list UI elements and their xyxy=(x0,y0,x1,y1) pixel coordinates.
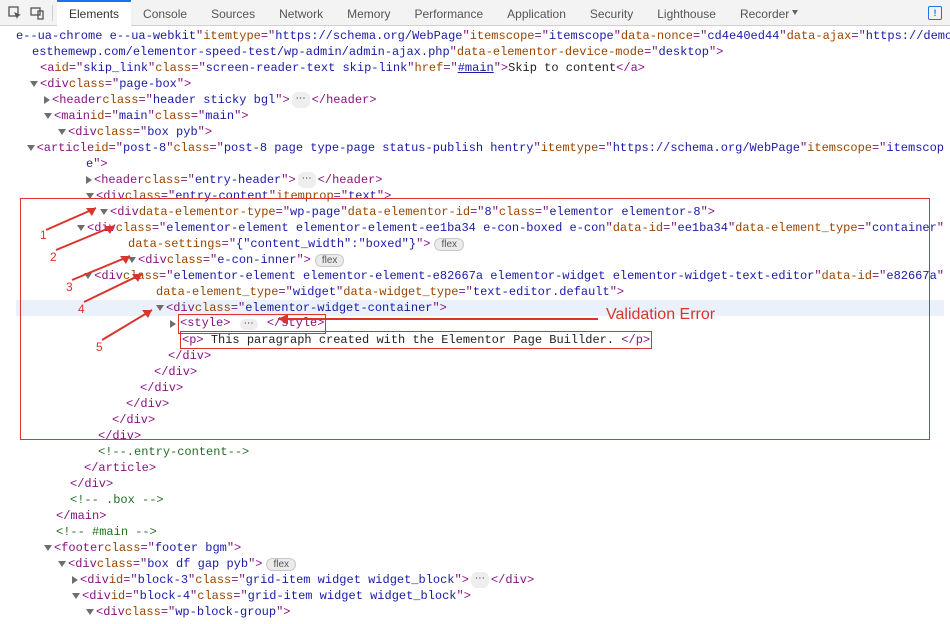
disclosure-triangle-icon[interactable] xyxy=(170,320,176,328)
dom-line[interactable]: <!--.entry-content--> xyxy=(16,444,944,460)
dom-line[interactable]: </article> xyxy=(16,460,944,476)
disclosure-triangle-icon[interactable] xyxy=(84,273,92,279)
dom-line[interactable]: e--ua-chrome e--ua-webkit" itemtype="htt… xyxy=(16,28,944,44)
dom-line[interactable]: </main> xyxy=(16,508,944,524)
disclosure-triangle-icon[interactable] xyxy=(27,145,35,151)
device-toggle-icon[interactable] xyxy=(26,2,48,24)
dom-line[interactable]: <div data-elementor-type="wp-page" data-… xyxy=(16,204,944,220)
disclosure-triangle-icon[interactable] xyxy=(77,225,85,231)
disclosure-triangle-icon[interactable] xyxy=(44,113,52,119)
tab-memory[interactable]: Memory xyxy=(335,0,402,26)
dom-line[interactable]: <div class="elementor-element elementor-… xyxy=(16,220,944,236)
dom-line[interactable]: <article id="post-8" class="post-8 page … xyxy=(16,140,944,156)
dom-line[interactable]: <style> ⋯ </style> xyxy=(16,316,944,332)
disclosure-triangle-icon[interactable] xyxy=(128,257,136,263)
dom-line[interactable]: <!-- .box --> xyxy=(16,492,944,508)
dom-line[interactable]: esthemewp.com/elementor-speed-test/wp-ad… xyxy=(16,44,944,60)
ellipsis-icon[interactable]: ⋯ xyxy=(292,92,310,108)
dom-line-selected[interactable]: <div class="elementor-widget-container"> xyxy=(16,300,944,316)
elements-dom-tree[interactable]: e--ua-chrome e--ua-webkit" itemtype="htt… xyxy=(0,26,950,624)
tab-recorder[interactable]: Recorder xyxy=(728,0,810,26)
dom-line[interactable]: e"> xyxy=(16,156,944,172)
dom-line[interactable]: </div> xyxy=(16,364,944,380)
ellipsis-icon[interactable]: ⋯ xyxy=(298,172,316,188)
tab-sources[interactable]: Sources xyxy=(199,0,267,26)
flex-badge[interactable]: flex xyxy=(266,558,296,571)
annotation-number: 3 xyxy=(66,280,73,294)
dom-line[interactable]: </div> xyxy=(16,396,944,412)
ellipsis-icon[interactable]: ⋯ xyxy=(471,572,489,588)
dom-line[interactable]: <!-- #main --> xyxy=(16,524,944,540)
tab-lighthouse[interactable]: Lighthouse xyxy=(645,0,728,26)
dom-line[interactable]: <div class="box df gap pyb"> flex xyxy=(16,556,944,572)
annotation-number: 2 xyxy=(50,250,57,264)
annotation-number: 4 xyxy=(78,302,85,316)
annotation-error-label: Validation Error xyxy=(606,306,715,324)
disclosure-triangle-icon[interactable] xyxy=(86,193,94,199)
dom-line[interactable]: <div class="wp-block-group"> xyxy=(16,604,944,620)
dom-line[interactable]: </div> xyxy=(16,348,944,364)
tab-security[interactable]: Security xyxy=(578,0,645,26)
disclosure-triangle-icon[interactable] xyxy=(156,305,164,311)
disclosure-triangle-icon[interactable] xyxy=(44,545,52,551)
disclosure-triangle-icon[interactable] xyxy=(72,593,80,599)
ellipsis-icon[interactable]: ⋯ xyxy=(240,319,258,330)
disclosure-triangle-icon[interactable] xyxy=(30,81,38,87)
tab-console[interactable]: Console xyxy=(131,0,199,26)
disclosure-triangle-icon[interactable] xyxy=(72,576,78,584)
annotation-number: 1 xyxy=(40,228,47,242)
dom-line[interactable]: data-settings="{"content_width":"boxed"}… xyxy=(16,236,944,252)
flex-badge[interactable]: flex xyxy=(315,254,345,267)
dom-line[interactable]: <div class="e-con-inner"> flex xyxy=(16,252,944,268)
dom-line[interactable]: <div class="elementor-element elementor-… xyxy=(16,268,944,284)
disclosure-triangle-icon[interactable] xyxy=(58,561,66,567)
dom-line[interactable]: <div id="block-3" class="grid-item widge… xyxy=(16,572,944,588)
dom-line[interactable]: </div> xyxy=(16,476,944,492)
dom-line[interactable]: data-element_type="widget" data-widget_t… xyxy=(16,284,944,300)
annotation-number: 5 xyxy=(96,340,103,354)
dom-line[interactable]: <div id="block-4" class="grid-item widge… xyxy=(16,588,944,604)
issues-icon[interactable]: ! xyxy=(928,6,942,20)
dom-line[interactable]: <div class="box pyb"> xyxy=(16,124,944,140)
tab-network[interactable]: Network xyxy=(267,0,335,26)
tab-elements[interactable]: Elements xyxy=(57,0,131,26)
dom-line[interactable]: <header class="header sticky bgl"> ⋯ </h… xyxy=(16,92,944,108)
dom-line[interactable]: <div class="page-box"> xyxy=(16,76,944,92)
dom-line[interactable]: <p> This paragraph created with the Elem… xyxy=(16,332,944,348)
dom-line[interactable]: </div> xyxy=(16,412,944,428)
disclosure-triangle-icon[interactable] xyxy=(44,96,50,104)
dom-line[interactable]: <footer class="footer bgm"> xyxy=(16,540,944,556)
dom-line[interactable]: <header class="entry-header"> ⋯ </header… xyxy=(16,172,944,188)
dom-line[interactable]: </div> xyxy=(16,428,944,444)
tab-performance[interactable]: Performance xyxy=(402,0,495,26)
devtools-tabbar: Elements Console Sources Network Memory … xyxy=(0,0,950,26)
disclosure-triangle-icon[interactable] xyxy=(86,176,92,184)
disclosure-triangle-icon[interactable] xyxy=(86,609,94,615)
dom-line[interactable]: <a id="skip_link" class="screen-reader-t… xyxy=(16,60,944,76)
dom-line[interactable]: <div class="entry-content" itemprop="tex… xyxy=(16,188,944,204)
inspect-icon[interactable] xyxy=(4,2,26,24)
separator xyxy=(52,5,53,21)
disclosure-triangle-icon[interactable] xyxy=(58,129,66,135)
dom-line[interactable]: <main id="main" class="main"> xyxy=(16,108,944,124)
disclosure-triangle-icon[interactable] xyxy=(100,209,108,215)
flex-badge[interactable]: flex xyxy=(434,238,464,251)
dom-line[interactable]: </div> xyxy=(16,380,944,396)
tab-application[interactable]: Application xyxy=(495,0,578,26)
